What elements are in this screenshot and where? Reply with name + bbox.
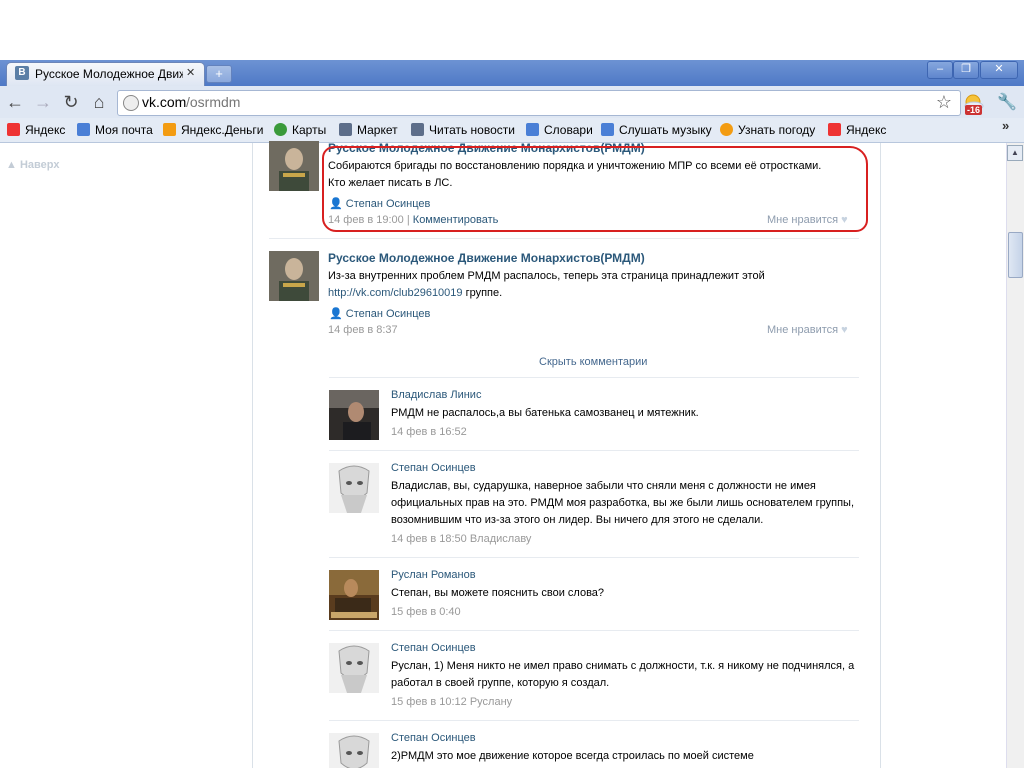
commenter-name[interactable]: Владислав Линис [391, 389, 481, 401]
bookmark-money[interactable]: Яндекс.Деньги [163, 122, 263, 138]
community-avatar[interactable] [269, 141, 319, 191]
club-link[interactable]: http://vk.com/club29610019 [328, 287, 463, 299]
comment-text-line: официальных прав на это. РМДМ моя разраб… [391, 497, 854, 509]
signed-author[interactable]: 👤 Степан Осинцев [329, 307, 430, 320]
post-author-title[interactable]: Русское Молодежное Движение Монархистов(… [328, 251, 645, 265]
post-divider [269, 238, 859, 239]
community-avatar[interactable] [269, 251, 319, 301]
arrow-up-icon: ▲ [6, 159, 20, 171]
music-icon [601, 123, 614, 136]
bookmark-dictionary[interactable]: Словари [526, 122, 593, 138]
comment-text-line: работал в своей группе, которую я создал… [391, 677, 610, 689]
minimize-button[interactable]: – [927, 61, 953, 79]
post-date[interactable]: 14 фев в 8:37 [328, 324, 398, 336]
comment-text-line: Степан, вы можете пояснить свои слова? [391, 587, 605, 599]
heart-icon: ♥ [841, 324, 848, 336]
globe-icon [123, 95, 139, 111]
bookmark-mail[interactable]: Моя почта [77, 122, 153, 138]
bookmark-market[interactable]: Маркет [339, 122, 398, 138]
commenter-avatar[interactable] [329, 570, 379, 620]
commenter-avatar[interactable] [329, 643, 379, 693]
bookmark-star-icon[interactable]: ☆ [934, 92, 954, 112]
url-domain[interactable]: vk.com [142, 94, 186, 110]
comment-divider [329, 557, 859, 558]
commenter-avatar[interactable] [329, 733, 379, 768]
comment-text-line: Владислав, вы, сударушка, наверное забыл… [391, 480, 816, 492]
back-arrow-icon[interactable]: ← [5, 91, 25, 113]
scroll-to-top-link[interactable]: ▲ Наверх [6, 159, 59, 171]
weather-temperature-badge: -16 [965, 105, 983, 115]
bookmark-maps[interactable]: Карты [274, 122, 326, 138]
comment-meta[interactable]: 14 фев в 18:50 Владиславу [391, 533, 531, 545]
post-text-line: http://vk.com/club29610019 группе. [328, 287, 503, 299]
comment-text-line: РМДМ не распалось,а вы батенька самозван… [391, 407, 699, 419]
money-icon [163, 123, 176, 136]
scrollbar-thumb[interactable] [1008, 232, 1023, 278]
address-bar[interactable] [117, 90, 961, 116]
restore-button[interactable]: ❐ [953, 61, 979, 79]
commenter-avatar[interactable] [329, 463, 379, 513]
comment-text-line: Руслан, 1) Меня никто не имел право сним… [391, 660, 855, 672]
news-icon [411, 123, 424, 136]
home-icon[interactable]: ⌂ [89, 91, 109, 113]
comment-meta[interactable]: 15 фев в 0:40 [391, 606, 461, 618]
bookmark-yandex[interactable]: Яндекс [7, 122, 65, 138]
url-path[interactable]: /osrmdm [186, 94, 240, 110]
commenter-avatar[interactable] [329, 390, 379, 440]
commenter-name[interactable]: Степан Осинцев [391, 732, 476, 744]
bookmark-music[interactable]: Слушать музыку [601, 122, 712, 138]
close-window-button[interactable]: ✕ [980, 61, 1018, 79]
comment-text-line: возомнившим что из-за этого он лидер. Вы… [391, 514, 764, 526]
forward-arrow-icon[interactable]: → [33, 91, 53, 113]
comment-divider [329, 450, 859, 451]
market-icon [339, 123, 352, 136]
bookmark-yandex-2[interactable]: Яндекс [828, 122, 886, 138]
bookmark-weather[interactable]: Узнать погоду [720, 122, 815, 138]
commenter-name[interactable]: Степан Осинцев [391, 462, 476, 474]
yandex-icon [7, 123, 20, 136]
comment-meta[interactable]: 15 фев в 10:12 Руслану [391, 696, 512, 708]
like-button[interactable]: Мне нравится ♥ [767, 324, 848, 336]
tab-close-icon[interactable]: ✕ [186, 66, 196, 79]
reload-icon[interactable]: ↻ [61, 91, 81, 113]
hide-comments-link[interactable]: Скрыть комментарии [539, 356, 647, 368]
post-text-line: Из-за внутренних проблем РМДМ распалось,… [328, 270, 765, 282]
vk-favicon-icon: В [15, 66, 29, 80]
commenter-name[interactable]: Степан Осинцев [391, 642, 476, 654]
tab-title[interactable]: Русское Молодежное Движе [35, 67, 183, 81]
commenter-name[interactable]: Руслан Романов [391, 569, 476, 581]
dictionary-icon [526, 123, 539, 136]
comment-meta[interactable]: 14 фев в 16:52 [391, 426, 467, 438]
comment-divider [329, 720, 859, 721]
bookmark-news[interactable]: Читать новости [411, 122, 515, 138]
red-highlight-circle [322, 146, 868, 232]
comments-divider [329, 377, 859, 378]
comment-text-line: 2)РМДМ это мое движение которое всегда с… [391, 750, 754, 762]
comment-divider [329, 630, 859, 631]
wrench-icon[interactable]: 🔧 [996, 92, 1018, 114]
mail-icon [77, 123, 90, 136]
yandex-icon [828, 123, 841, 136]
weather-small-icon [720, 123, 733, 136]
user-icon: 👤 [329, 308, 346, 320]
bookmarks-overflow-icon[interactable]: » [1002, 118, 1009, 133]
map-icon [274, 123, 287, 136]
scroll-up-arrow-icon[interactable]: ▲ [1007, 145, 1023, 161]
new-tab-button[interactable]: + [206, 65, 232, 83]
